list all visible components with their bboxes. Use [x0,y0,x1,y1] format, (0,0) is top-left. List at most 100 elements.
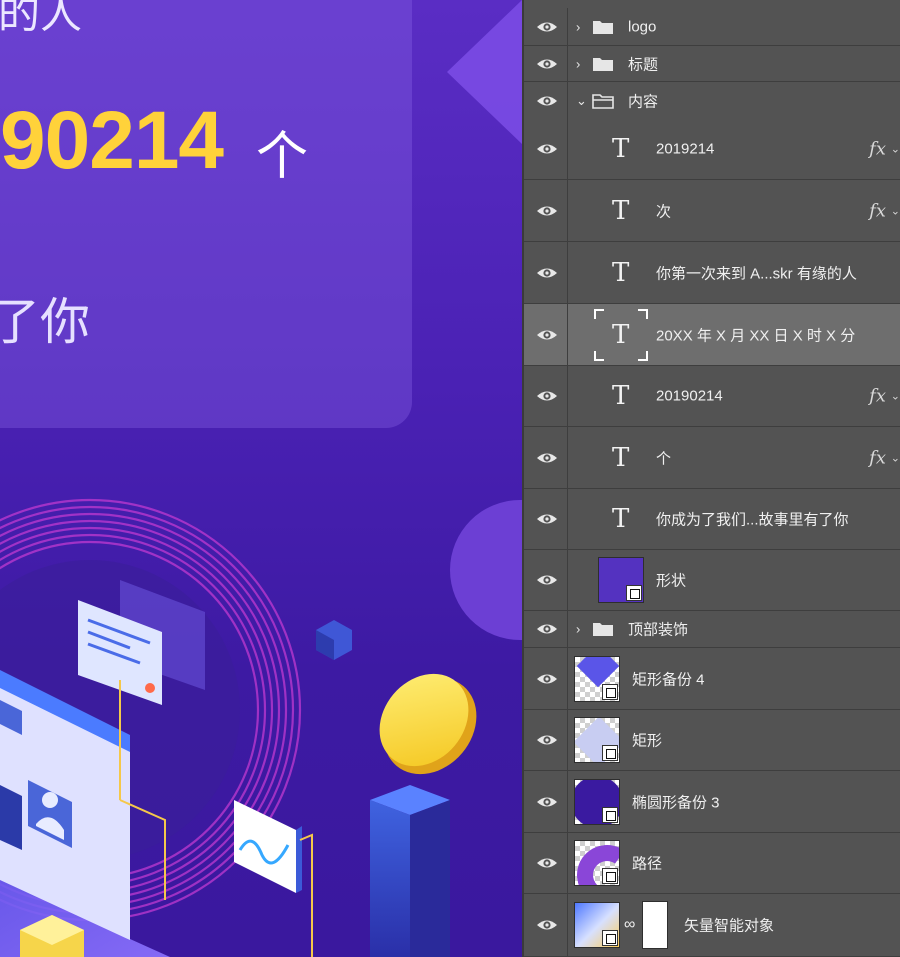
layer-row[interactable]: T 20XX 年 X 月 XX 日 X 时 X 分 [524,304,900,366]
text-layer-icon: T [612,442,630,473]
layer-thumbnail [598,557,644,603]
folder-icon [593,57,613,71]
layer-name: 矩形 [632,732,663,750]
text-layer-icon: T [612,257,630,288]
layer-name: 椭圆形备份 3 [632,794,720,811]
layer-row[interactable]: 形状 [524,550,900,611]
text-layer-icon: T [612,133,630,164]
layer-name: 顶部装饰 [628,621,689,639]
layer-row[interactable]: T 次 fx ⌄ [524,180,900,242]
eye-icon [537,735,557,745]
visibility-toggle[interactable] [524,611,568,647]
visibility-toggle[interactable] [524,648,568,709]
layer-row[interactable]: ⌄ 内容 [524,82,900,120]
fx-icon[interactable]: fx [869,200,886,221]
layer-row[interactable]: 椭圆形备份 3 [524,771,900,833]
layer-row[interactable]: T 2019214 fx ⌄ [524,118,900,180]
design-canvas[interactable]: 的人 90214 个 了你 [0,0,522,957]
text-layer-icon: T [612,319,630,350]
chevron-down-icon[interactable]: ⌄ [891,142,900,155]
text-layer-icon: T [612,504,630,534]
layer-row[interactable]: › 顶部装饰 [524,611,900,648]
eye-icon [537,206,557,215]
layer-name: 个 [656,450,672,467]
visibility-toggle[interactable] [524,46,568,81]
layer-thumbnail [574,717,620,763]
layer-name: 2019214 [656,140,715,157]
mask-thumbnail [642,901,668,949]
visibility-toggle[interactable] [524,427,568,488]
fx-icon[interactable]: fx [869,138,886,159]
eye-icon [537,514,557,524]
visibility-toggle[interactable] [524,833,568,893]
visibility-toggle[interactable] [524,118,568,179]
eye-icon [537,59,557,68]
cube-decoration [316,620,352,660]
layer-row[interactable]: T 你第一次来到 A...skr 有缘的人 [524,242,900,304]
layer-thumbnail [574,655,620,702]
visibility-toggle[interactable] [524,366,568,426]
layer-name: logo [628,18,657,35]
chevron-right-icon[interactable]: › [576,56,580,71]
layer-row[interactable]: 路径 [524,833,900,894]
layer-name: 20XX 年 X 月 XX 日 X 时 X 分 [656,327,856,344]
layer-name: 次 [656,203,672,220]
visibility-toggle[interactable] [524,8,568,45]
eye-icon [537,96,557,105]
layer-name: 形状 [656,572,687,590]
layer-row[interactable]: T 你成为了我们...故事里有了你 [524,489,900,550]
chevron-right-icon[interactable]: › [576,19,580,34]
layer-row[interactable]: T 个 fx ⌄ [524,427,900,489]
visibility-toggle[interactable] [524,771,568,832]
layer-name: 矩形备份 4 [632,671,705,688]
chevron-down-icon[interactable]: ⌄ [891,390,900,403]
link-icon[interactable]: ∞ [624,916,635,934]
layer-row[interactable]: ∞ 矢量智能对象 [524,894,900,957]
chevron-right-icon[interactable]: › [576,622,580,637]
layer-name: 你第一次来到 A...skr 有缘的人 [656,265,857,282]
eye-icon [537,268,557,277]
shape-badge-icon [602,806,618,823]
visibility-toggle[interactable] [524,894,568,956]
layer-row[interactable]: 矩形备份 4 [524,648,900,710]
coin-illustration [379,673,477,775]
visibility-toggle[interactable] [524,710,568,770]
isometric-illustration [0,498,477,957]
layer-name: 矢量智能对象 [684,917,775,935]
visibility-toggle[interactable] [524,550,568,610]
chevron-down-icon[interactable]: ⌄ [891,451,900,464]
chevron-down-icon[interactable]: ⌄ [576,93,587,109]
layer-thumbnail [574,902,620,948]
layer-row[interactable]: 矩形 [524,710,900,771]
text-layer-icon: T [612,381,630,411]
layer-row[interactable]: T 20190214 fx ⌄ [524,366,900,427]
pillar-illustration [370,785,450,957]
layer-name: 你成为了我们...故事里有了你 [656,511,849,529]
eye-icon [537,797,557,806]
visibility-toggle[interactable] [524,304,568,365]
eye-icon [537,144,557,153]
fx-icon[interactable]: fx [869,386,886,407]
layer-name: 路径 [632,855,663,873]
shape-badge-icon [602,683,618,700]
visibility-toggle[interactable] [524,82,568,119]
layer-thumbnail [574,840,620,886]
fx-icon[interactable]: fx [869,447,886,468]
eye-icon [537,575,557,585]
visibility-toggle[interactable] [524,180,568,241]
layer-row[interactable]: › logo [524,8,900,46]
eye-icon [537,330,557,339]
chevron-down-icon[interactable]: ⌄ [891,204,900,217]
folder-icon [593,20,613,34]
layer-name: 标题 [628,56,659,73]
layer-name: 20190214 [656,387,723,405]
visibility-toggle[interactable] [524,242,568,303]
eye-icon [537,453,557,462]
shape-badge-icon [602,745,618,761]
visibility-toggle[interactable] [524,489,568,549]
layer-name: 内容 [628,93,659,110]
text-layer-icon: T [612,195,630,226]
layer-row[interactable]: › 标题 [524,46,900,82]
smart-object-badge-icon [602,930,618,946]
folder-icon [593,623,613,636]
